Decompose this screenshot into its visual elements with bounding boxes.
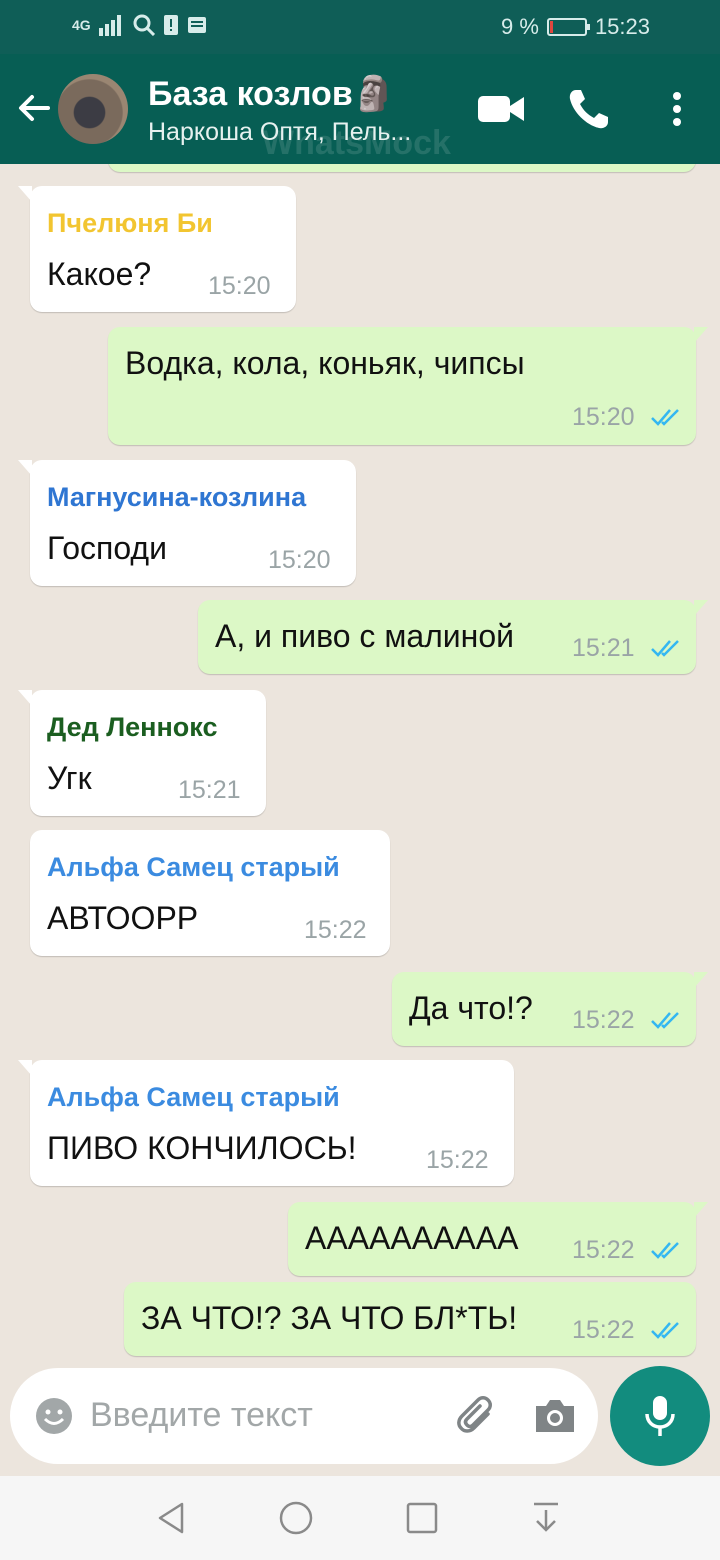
message-text: ПИВО КОНЧИЛОСЬ! [47, 1130, 357, 1166]
message-text: АААААААААА [305, 1220, 519, 1256]
message-bubble-outgoing[interactable]: АААААААААА 15:22 [288, 1202, 708, 1276]
bubble-tail [18, 186, 32, 202]
bubble-tail [18, 690, 32, 706]
message-time: 15:22 [572, 1316, 635, 1344]
message-text: А, и пиво с малиной [215, 618, 514, 654]
message-bubble-outgoing[interactable]: ЗА ЧТО!? ЗА ЧТО БЛ*ТЬ! 15:22 [124, 1282, 696, 1356]
chat-title[interactable]: База козлов🗿 [148, 74, 395, 114]
phone-call-icon[interactable] [564, 84, 614, 134]
clock: 15:23 [594, 14, 650, 39]
message-bubble-incoming[interactable]: Пчелюня Би Какое? 15:20 [18, 186, 296, 312]
bubble-tail [694, 1202, 708, 1218]
more-options-icon[interactable] [652, 84, 702, 134]
sender-name: Альфа Самец старый [47, 1082, 340, 1112]
read-receipt-icon [651, 1012, 679, 1029]
message-text: Водка, кола, коньяк, чипсы [125, 345, 525, 381]
avatar[interactable] [58, 74, 128, 144]
microphone-icon [645, 1396, 675, 1436]
message-time: 15:22 [572, 1236, 635, 1264]
message-input[interactable]: Введите текст [90, 1396, 313, 1435]
bubble-tail [18, 1060, 32, 1076]
message-list[interactable]: Пчелюня Би Какое? 15:20 Водка, кола, кон… [0, 164, 720, 1366]
message-time: 15:20 [268, 546, 331, 574]
bubble-tail [694, 327, 708, 343]
read-receipt-icon [651, 1242, 679, 1259]
bubble-tail [18, 460, 32, 476]
message-bubble-outgoing[interactable]: Да что!? 15:22 [392, 972, 708, 1046]
sender-name: Альфа Самец старый [47, 852, 340, 882]
read-receipt-icon [651, 409, 679, 426]
message-bubble-incoming[interactable]: Альфа Самец старый ПИВО КОНЧИЛОСЬ! 15:22 [18, 1060, 514, 1186]
sender-name: Магнусина-козлина [47, 482, 307, 512]
battery-icon [546, 18, 590, 36]
signal-icon: 4G [72, 17, 91, 33]
system-navigation-bar [0, 1476, 720, 1560]
battery-level [549, 21, 553, 33]
notification-icon [187, 17, 206, 33]
message-bubble-previous [108, 164, 696, 172]
sender-name: Дед Леннокс [47, 712, 218, 742]
message-text: Да что!? [409, 990, 533, 1026]
back-arrow-icon[interactable] [14, 88, 54, 128]
message-bubble-incoming[interactable]: Дед Леннокс Угк 15:21 [18, 690, 266, 816]
message-bubble-outgoing[interactable]: Водка, кола, коньяк, чипсы 15:20 [108, 327, 708, 445]
chat-header: WhatsMock База козлов🗿 Наркоша Оптя, Пел… [0, 54, 720, 164]
nav-recents-icon[interactable] [402, 1498, 442, 1538]
message-text: Угк [47, 760, 92, 796]
nav-back-icon[interactable] [152, 1498, 192, 1538]
battery-percent: 9 % [501, 14, 539, 39]
sender-name: Пчелюня Би [47, 208, 213, 238]
read-receipt-icon [651, 640, 679, 657]
message-time: 15:22 [304, 916, 367, 944]
signal-bars-icon [98, 15, 121, 36]
sim-alert-icon [163, 15, 178, 35]
message-bubble-incoming[interactable]: Альфа Самец старый АВТООРР 15:22 [30, 830, 390, 956]
read-receipt-icon [651, 1322, 679, 1339]
message-input-bar[interactable]: Введите текст [10, 1368, 598, 1464]
bubble-tail [694, 972, 708, 988]
message-text: ЗА ЧТО!? ЗА ЧТО БЛ*ТЬ! [141, 1300, 518, 1336]
message-time: 15:21 [572, 634, 635, 662]
message-bubble-incoming[interactable]: Магнусина-козлина Господи 15:20 [18, 460, 356, 586]
video-call-icon[interactable] [476, 84, 526, 134]
message-time: 15:22 [572, 1006, 635, 1034]
chat-members[interactable]: Наркоша Оптя, Пель... [148, 118, 411, 147]
attach-icon[interactable] [454, 1394, 500, 1440]
message-time: 15:22 [426, 1146, 489, 1174]
message-text: АВТООРР [47, 900, 199, 936]
message-text: Какое? [47, 256, 152, 292]
message-time: 15:20 [572, 403, 635, 431]
message-time: 15:21 [178, 776, 241, 804]
status-bar: 4G 9 % 15:23 [0, 0, 720, 54]
message-time: 15:20 [208, 272, 271, 300]
message-bubble-outgoing[interactable]: А, и пиво с малиной 15:21 [198, 600, 708, 674]
emoji-icon[interactable] [32, 1394, 76, 1438]
search-icon [133, 14, 155, 36]
nav-notifications-icon[interactable] [526, 1498, 566, 1538]
voice-record-button[interactable] [610, 1366, 710, 1466]
bubble-tail [694, 600, 708, 616]
message-text: Господи [47, 530, 167, 566]
nav-home-icon[interactable] [276, 1498, 316, 1538]
camera-icon[interactable] [532, 1396, 578, 1436]
